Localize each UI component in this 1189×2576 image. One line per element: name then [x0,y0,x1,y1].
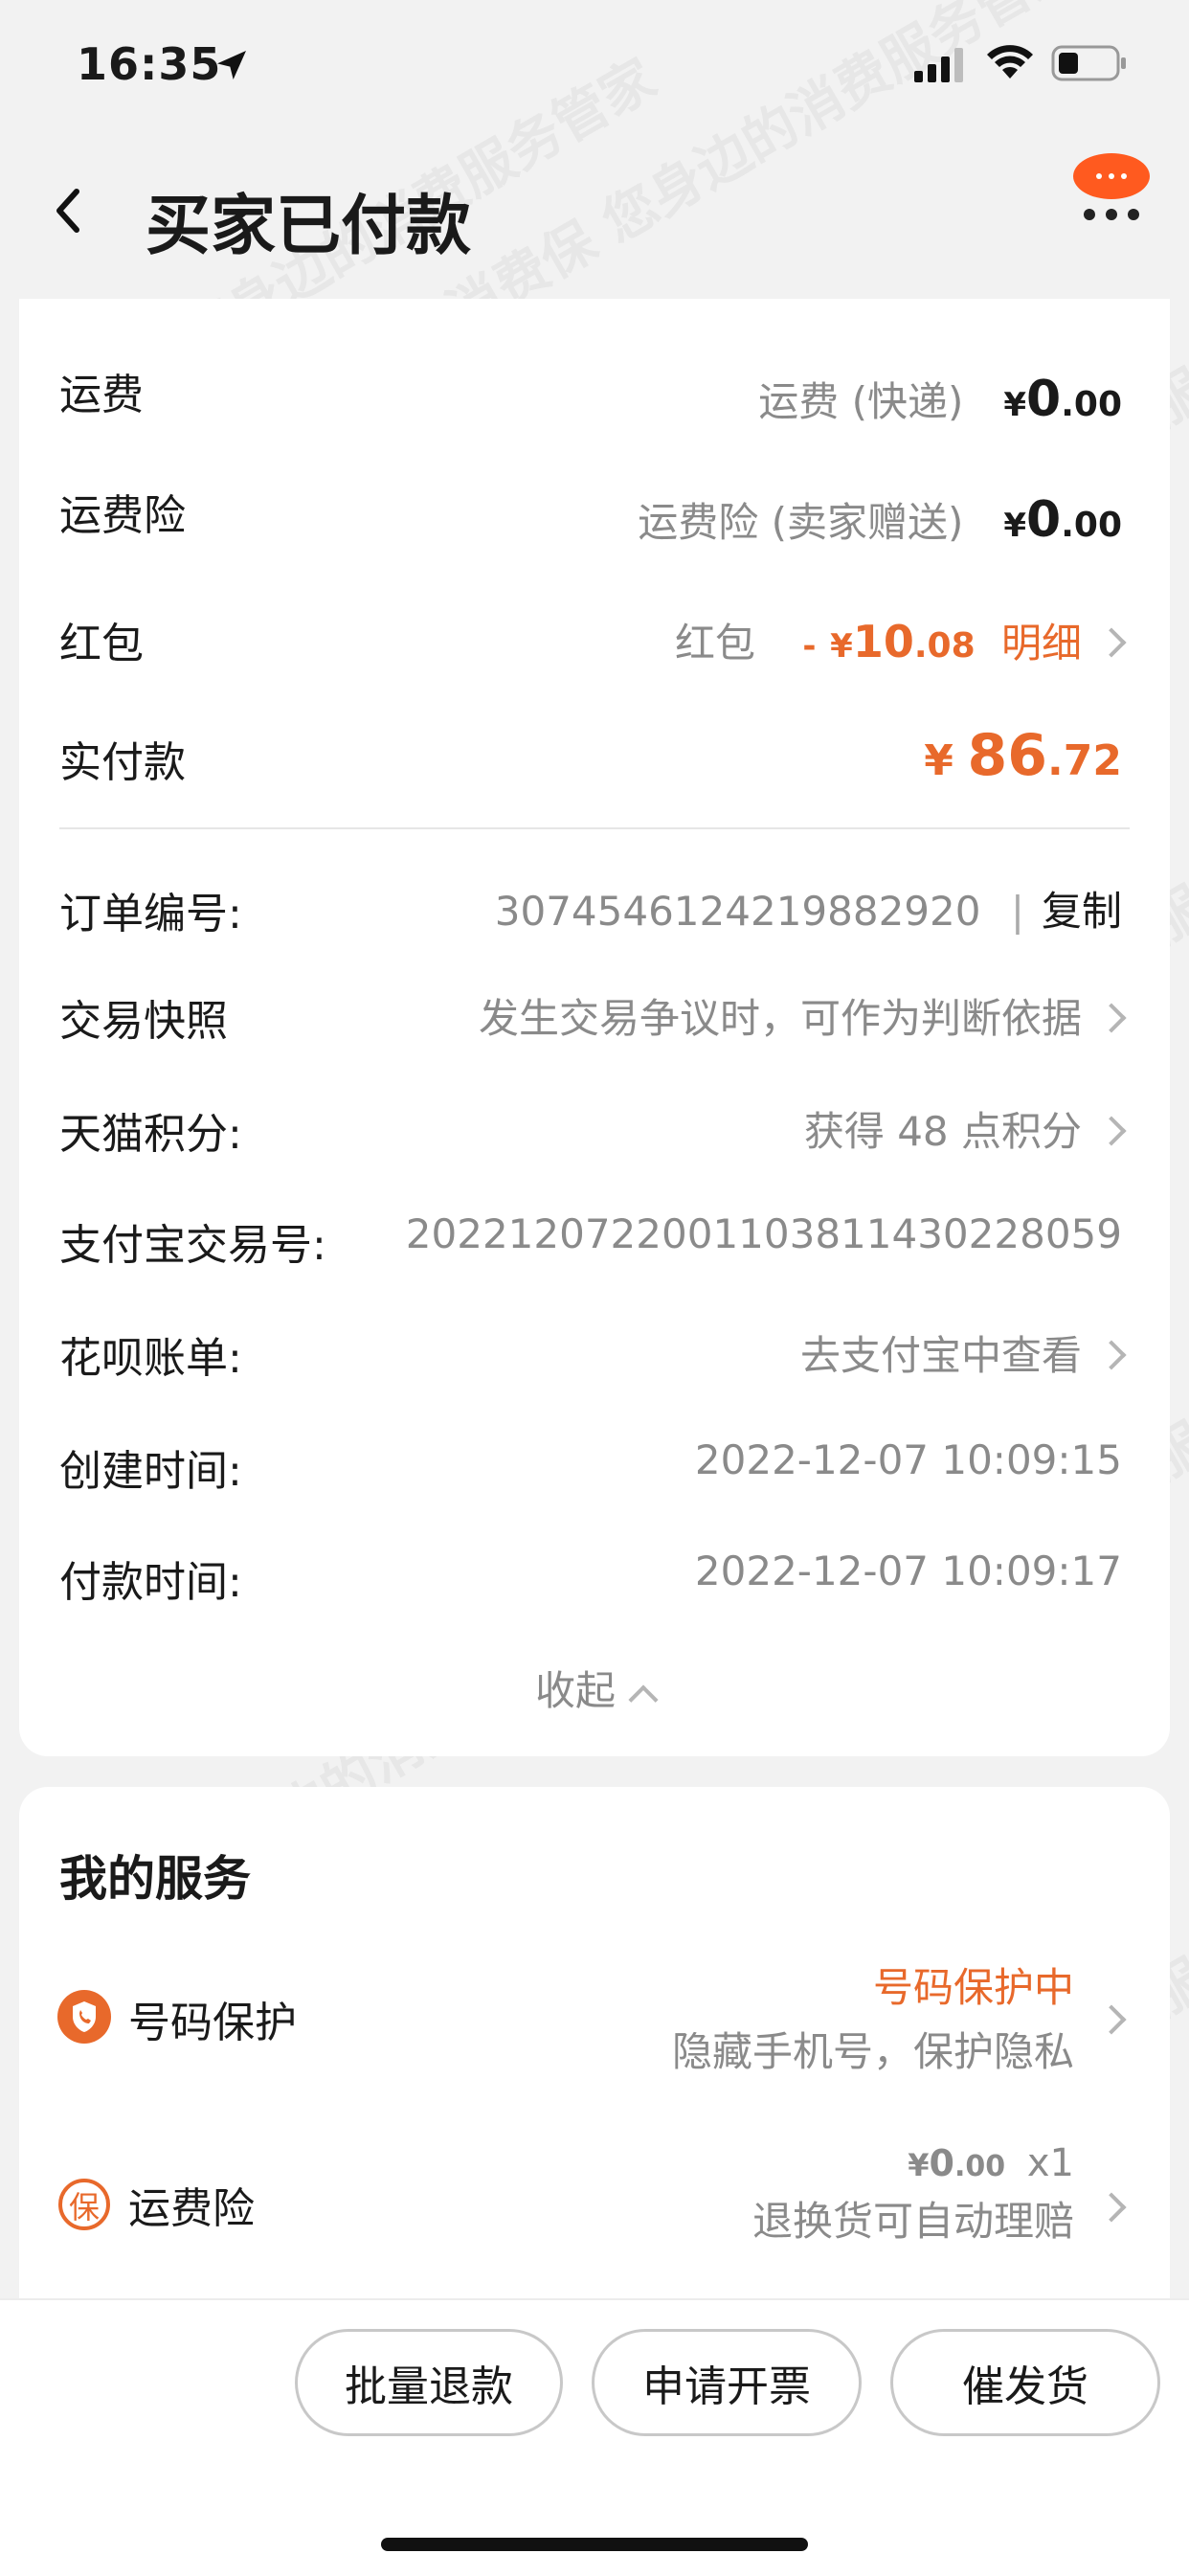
redpacket-label: 红包 [59,620,144,668]
tmall-points-value: 获得 48 点积分 [804,1099,1127,1158]
alipay-trade-number: 2022120722001103811430228059 [405,1210,1122,1257]
insurance-price-qty: ¥0.00 x1 [908,2141,1074,2185]
order-detail-card: 运费 运费 (快递) ¥0.00 运费险 运费险 (卖家赠送) ¥0.00 红包 红… [19,299,1170,1756]
more-menu-icon[interactable] [1072,153,1151,230]
shipping-insurance-price: ¥0.00 [1003,491,1122,549]
phone-protection-desc: 隐藏手机号，保护隐私 [671,2028,1074,2075]
order-number-value: 3074546124219882920 | 复制 [495,879,1122,938]
paid-time-value: 2022-12-07 10:09:17 [694,1548,1122,1594]
created-time-value: 2022-12-07 10:09:15 [694,1436,1122,1483]
chevron-right-icon [1096,2004,1127,2035]
actual-paid-label: 实付款 [59,738,186,787]
chevron-right-icon [1096,1002,1127,1033]
shipping-fee-value: 运费 (快递) ¥0.00 [758,370,1122,428]
cellular-signal-icon [914,48,963,82]
order-number-label: 订单编号: [59,890,242,938]
section-divider [59,827,1130,829]
insurance-qty: x1 [1026,2141,1074,2185]
chevron-right-icon [1096,2192,1127,2223]
shipping-insurance-service-info: ¥0.00 x1 退换货可自动理赔 [752,2141,1074,2248]
order-number: 3074546124219882920 [494,888,981,935]
trade-snapshot-value: 发生交易争议时，可作为判断依据 [479,986,1127,1045]
alipay-trade-label: 支付宝交易号: [59,1221,326,1270]
insurance-badge-char: 保 [69,2189,101,2226]
created-time-label: 创建时间: [59,1447,242,1496]
trade-snapshot-label: 交易快照 [59,997,228,1046]
shipping-insurance-value: 运费险 (卖家赠送) ¥0.00 [638,490,1122,549]
status-bar: 16:35 [0,0,1189,134]
location-arrow-icon [217,51,246,79]
phone-protection-info: 号码保护中 隐藏手机号，保护隐私 [672,1955,1074,2078]
shipping-fee-label: 运费 [59,371,144,419]
chevron-right-icon [1096,626,1127,658]
redpacket-detail-link[interactable]: 明细 [1001,620,1082,667]
shipping-insurance-service-label: 运费险 [128,2184,255,2233]
my-services-card: 我的服务 号码保护 号码保护中 隐藏手机号，保护隐私 保 运费险 ¥0.00 x… [19,1787,1170,2304]
chevron-right-icon [1096,1115,1127,1146]
redpacket-amount: - ¥10.08 [802,616,976,667]
huabei-bill-label: 花呗账单: [59,1334,242,1383]
status-time: 16:35 [77,38,222,90]
phone-protection-label: 号码保护 [128,1999,297,2047]
battery-icon [1051,45,1126,81]
shipping-insurance-service-desc: 退换货可自动理赔 [752,2198,1074,2245]
shipping-insurance-desc: 运费险 (卖家赠送) [638,499,964,546]
tmall-points-label: 天猫积分: [59,1110,242,1159]
page-title: 买家已付款 [146,189,472,264]
navigation-bar: 买家已付款 [0,153,1189,268]
chevron-up-icon [628,1684,659,1715]
redpacket-value: 红包 - ¥10.08 明细 [675,611,1127,669]
services-title: 我的服务 [59,1851,251,1907]
copy-button[interactable]: 复制 [1042,888,1122,935]
back-arrow-icon[interactable] [50,182,88,239]
redpacket-desc: 红包 [675,620,756,667]
home-indicator[interactable] [381,2538,808,2551]
shipping-fee-price: ¥0.00 [1003,371,1122,428]
shipping-insurance-label: 运费险 [59,491,186,540]
collapse-toggle[interactable]: 收起 [19,1659,1170,1717]
phone-protection-status: 号码保护中 [872,1964,1074,2011]
bottom-action-bar: 批量退款 申请开票 催发货 [0,2298,1189,2576]
actual-paid-amount: ¥ 86.72 [924,722,1122,789]
huabei-bill-value: 去支付宝中查看 [800,1323,1127,1382]
urge-shipping-button[interactable]: 催发货 [890,2329,1160,2436]
separator: | [1010,888,1024,935]
paid-time-label: 付款时间: [59,1558,242,1607]
batch-refund-button[interactable]: 批量退款 [295,2329,563,2436]
wifi-icon [987,45,1033,79]
shipping-fee-desc: 运费 (快递) [758,378,964,425]
request-invoice-button[interactable]: 申请开票 [592,2329,862,2436]
chevron-right-icon [1096,1339,1127,1370]
phone-shield-icon [57,1990,111,2044]
